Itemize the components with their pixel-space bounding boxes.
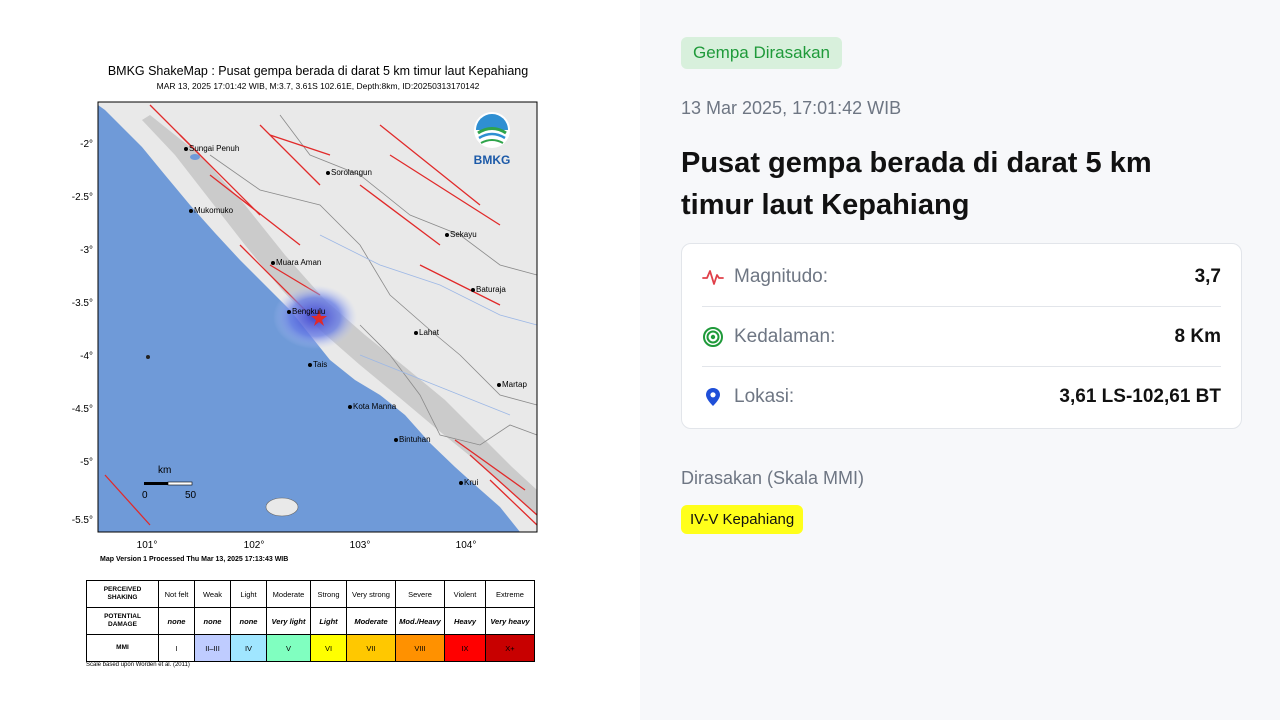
mmi-cell: IV — [230, 634, 267, 662]
event-info-card: Magnitudo: 3,7 Kedalaman: 8 Km Lokasi: 3… — [681, 243, 1242, 429]
shakemap-subtitle: MAR 13, 2025 17:01:42 WIB, M:3.7, 3.61S … — [156, 81, 480, 91]
mmi-cell: I — [158, 634, 195, 662]
legend-cell: Moderate — [266, 580, 311, 608]
mmi-cell: VII — [346, 634, 396, 662]
scale-reference-note: Scale based upon Worden et al. (2011) — [86, 662, 190, 668]
magnitude-label: Magnitudo: — [734, 265, 829, 287]
legend-cell: Not felt — [158, 580, 195, 608]
city-label: Bengkulu — [292, 307, 325, 316]
bmkg-logo-text: BMKG — [474, 153, 511, 167]
mmi-cell: IX — [444, 634, 486, 662]
shakemap-panel: BMKG ShakeMap : Pusat gempa berada di da… — [0, 0, 640, 720]
mmi-legend-table: PERCEIVED SHAKING Not felt Weak Light Mo… — [86, 580, 535, 662]
legend-cell: Very heavy — [485, 607, 535, 635]
location-row: Lokasi: 3,61 LS-102,61 BT — [702, 367, 1221, 427]
depth-label: Kedalaman: — [734, 325, 836, 347]
legend-cell: Light — [230, 580, 267, 608]
legend-cell: none — [230, 607, 267, 635]
shakemap-image: BMKG -2° -2.5° -3° -3.5° -4° -4.5° -5° -… — [72, 101, 538, 551]
lon-tick-label: 104° — [456, 540, 477, 551]
mmi-cell: X+ — [485, 634, 535, 662]
city-label: Mukomuko — [194, 206, 234, 215]
felt-status-badge: Gempa Dirasakan — [681, 37, 843, 69]
legend-header: POTENTIAL DAMAGE — [86, 607, 159, 635]
event-datetime: 13 Mar 2025, 17:01:42 WIB — [681, 98, 902, 118]
felt-region-tag: IV-V Kepahiang — [681, 505, 804, 534]
legend-cell: Strong — [310, 580, 347, 608]
felt-scale-label: Dirasakan (Skala MMI) — [681, 468, 865, 488]
mmi-cell: VI — [310, 634, 347, 662]
legend-cell: Very light — [266, 607, 311, 635]
legend-cell: Extreme — [485, 580, 535, 608]
lat-tick-label: -5.5° — [72, 515, 93, 526]
legend-cell: none — [194, 607, 231, 635]
detail-panel: Gempa Dirasakan 13 Mar 2025, 17:01:42 WI… — [640, 0, 1280, 720]
legend-cell: Heavy — [444, 607, 486, 635]
legend-row-mmi: MMI I II–III IV V VI VII VIII IX X+ — [86, 634, 535, 662]
location-value: 3,61 LS-102,61 BT — [1059, 386, 1221, 407]
mmi-cell: VIII — [395, 634, 445, 662]
depth-value: 8 Km — [1174, 325, 1221, 347]
target-icon — [702, 326, 724, 348]
lat-tick-label: -3.5° — [72, 298, 93, 309]
depth-row: Kedalaman: 8 Km — [702, 307, 1221, 367]
lat-axis: -2° -2.5° -3° -3.5° -4° -4.5° -5° -5.5° — [72, 139, 93, 526]
island — [190, 154, 200, 160]
lon-tick-label: 103° — [350, 540, 371, 551]
scale-bar-start: 0 — [142, 490, 148, 501]
lat-tick-label: -4° — [80, 351, 93, 362]
lat-tick-label: -4.5° — [72, 404, 93, 415]
lat-tick-label: -3° — [80, 245, 93, 256]
mmi-cell: V — [266, 634, 311, 662]
legend-cell: Moderate — [346, 607, 396, 635]
island — [265, 497, 299, 517]
scale-bar-end: 50 — [185, 490, 197, 501]
city-label: Lahat — [419, 328, 440, 337]
legend-cell: Violent — [444, 580, 486, 608]
pulse-icon — [702, 266, 724, 288]
scale-bar-unit: km — [158, 465, 171, 476]
legend-cell: Mod./Heavy — [395, 607, 445, 635]
legend-row-shaking: PERCEIVED SHAKING Not felt Weak Light Mo… — [86, 580, 535, 608]
legend-cell: Light — [310, 607, 347, 635]
mmi-cell: II–III — [194, 634, 231, 662]
city-label: Sekayu — [450, 230, 477, 239]
city-label: Kota Manna — [353, 402, 397, 411]
magnitude-value: 3,7 — [1194, 265, 1221, 287]
lat-tick-label: -2.5° — [72, 192, 93, 203]
lon-tick-label: 102° — [244, 540, 265, 551]
lon-tick-label: 101° — [137, 540, 158, 551]
city-label: Muara Aman — [276, 258, 321, 267]
legend-header: MMI — [86, 634, 159, 662]
legend-header: PERCEIVED SHAKING — [86, 580, 159, 608]
legend-cell: none — [158, 607, 195, 635]
city-label: Martap — [502, 380, 527, 389]
shakemap-title: BMKG ShakeMap : Pusat gempa berada di da… — [107, 64, 529, 78]
legend-cell: Severe — [395, 580, 445, 608]
island — [146, 355, 150, 359]
legend-cell: Weak — [194, 580, 231, 608]
city-label: Sungai Penuh — [189, 144, 239, 153]
legend-cell: Very strong — [346, 580, 396, 608]
bmkg-logo: BMKG — [474, 112, 511, 167]
lat-tick-label: -5° — [80, 457, 93, 468]
city-label: Baturaja — [476, 285, 506, 294]
map-pin-icon — [702, 386, 724, 408]
location-label: Lokasi: — [734, 386, 795, 407]
lat-tick-label: -2° — [80, 139, 93, 150]
city-label: Krui — [464, 478, 478, 487]
legend-row-damage: POTENTIAL DAMAGE none none none Very lig… — [86, 607, 535, 635]
city-label: Bintuhan — [399, 435, 431, 444]
city-label: Tais — [313, 360, 327, 369]
lon-axis: 101° 102° 103° 104° — [137, 540, 477, 551]
magnitude-row: Magnitudo: 3,7 — [702, 247, 1221, 307]
map-version-note: Map Version 1 Processed Thu Mar 13, 2025… — [100, 556, 289, 563]
city-label: Sorolangun — [331, 168, 372, 177]
event-headline: Pusat gempa berada di darat 5 km timur l… — [681, 147, 1152, 221]
